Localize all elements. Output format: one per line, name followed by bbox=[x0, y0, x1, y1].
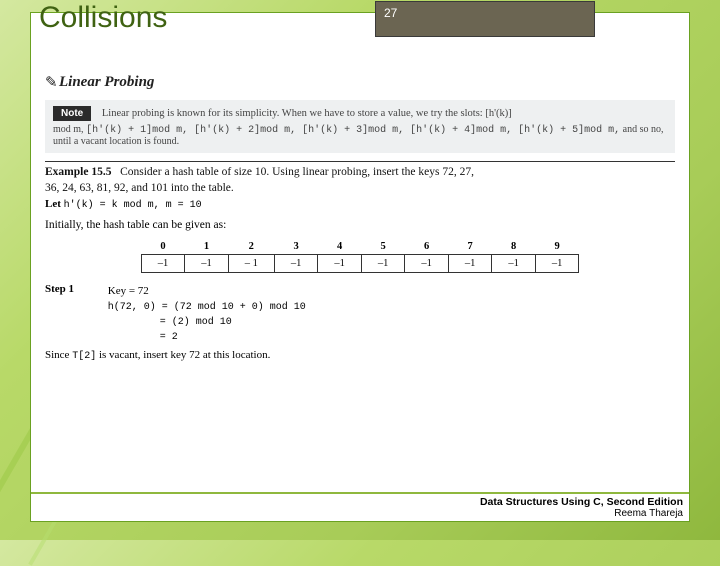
hash-header-cell: 3 bbox=[274, 239, 318, 255]
since-prefix: Since bbox=[45, 349, 72, 361]
note-block: Note Linear probing is known for its sim… bbox=[45, 100, 675, 153]
hash-header-cell: 8 bbox=[492, 239, 536, 255]
note-terms: [h'(k) + 1]mod m, [h'(k) + 2]mod m, [h'(… bbox=[86, 125, 620, 136]
since-line: Since T[2] is vacant, insert key 72 at t… bbox=[45, 349, 675, 362]
bullet-icon: ✎ bbox=[45, 73, 59, 92]
page-number-badge: 27 bbox=[375, 1, 595, 37]
hash-cell: –1 bbox=[361, 255, 405, 273]
slide-body: Collisions 27 ✎Linear Probing Note Linea… bbox=[30, 12, 690, 522]
step-line-0: h(72, 0) = (72 mod 10 + 0) mod 10 bbox=[108, 300, 306, 315]
hash-header-cell: 1 bbox=[185, 239, 229, 255]
slide-title: Collisions bbox=[39, 1, 167, 35]
note-line2: mod m, [h'(k) + 1]mod m, [h'(k) + 2]mod … bbox=[53, 124, 667, 147]
hash-value-row: –1–1– 1–1–1–1–1–1–1–1 bbox=[141, 255, 579, 273]
let-formula: h'(k) = k mod m, m = 10 bbox=[64, 200, 202, 211]
hash-cell: –1 bbox=[141, 255, 185, 273]
example-row: Example 15.5 Consider a hash table of si… bbox=[45, 166, 675, 178]
note-line1: Linear probing is known for its simplici… bbox=[102, 108, 512, 119]
footer-line1: Data Structures Using C, Second Edition bbox=[31, 496, 683, 508]
hash-header-cell: 6 bbox=[405, 239, 449, 255]
hash-cell: –1 bbox=[185, 255, 229, 273]
let-row: Let h'(k) = k mod m, m = 10 bbox=[45, 198, 675, 211]
example-label: Example 15.5 bbox=[45, 166, 111, 178]
hash-header-cell: 4 bbox=[318, 239, 362, 255]
hash-cell: –1 bbox=[492, 255, 536, 273]
subtitle-text: Linear Probing bbox=[59, 74, 154, 90]
subtitle: ✎Linear Probing bbox=[45, 73, 675, 92]
initial-text: Initially, the hash table can be given a… bbox=[45, 219, 675, 231]
hash-header-cell: 9 bbox=[535, 239, 579, 255]
since-code: T[2] bbox=[72, 351, 96, 362]
hash-header-cell: 2 bbox=[228, 239, 274, 255]
footer: Data Structures Using C, Second Edition … bbox=[31, 492, 689, 521]
hash-cell: – 1 bbox=[228, 255, 274, 273]
step-block: Step 1 Key = 72 h(72, 0) = (72 mod 10 + … bbox=[45, 283, 675, 345]
hash-cell: –1 bbox=[318, 255, 362, 273]
note-tag: Note bbox=[53, 106, 91, 121]
divider bbox=[45, 161, 675, 162]
hash-header-row: 0123456789 bbox=[141, 239, 579, 255]
hash-cell: –1 bbox=[274, 255, 318, 273]
since-suffix: is vacant, insert key 72 at this locatio… bbox=[96, 349, 270, 361]
hash-header-cell: 5 bbox=[361, 239, 405, 255]
step-lines: Key = 72 h(72, 0) = (72 mod 10 + 0) mod … bbox=[108, 283, 306, 345]
let-prefix: Let bbox=[45, 198, 64, 210]
example-text2: 36, 24, 63, 81, 92, and 101 into the tab… bbox=[45, 182, 675, 194]
hash-cell: –1 bbox=[535, 255, 579, 273]
example-text1: Consider a hash table of size 10. Using … bbox=[120, 166, 474, 178]
hash-header-cell: 7 bbox=[448, 239, 492, 255]
hash-table: 0123456789 –1–1– 1–1–1–1–1–1–1–1 bbox=[141, 239, 580, 273]
step-key: Key = 72 bbox=[108, 283, 306, 300]
note-line2-prefix: mod m, bbox=[53, 124, 86, 135]
step-label: Step 1 bbox=[45, 283, 105, 295]
step-line-2: = 2 bbox=[108, 330, 306, 345]
hash-header-cell: 0 bbox=[141, 239, 185, 255]
step-line-1: = (2) mod 10 bbox=[108, 315, 306, 330]
header: Collisions 27 bbox=[45, 21, 675, 71]
hash-cell: –1 bbox=[405, 255, 449, 273]
footer-line2: Reema Thareja bbox=[31, 508, 683, 519]
hash-cell: –1 bbox=[448, 255, 492, 273]
